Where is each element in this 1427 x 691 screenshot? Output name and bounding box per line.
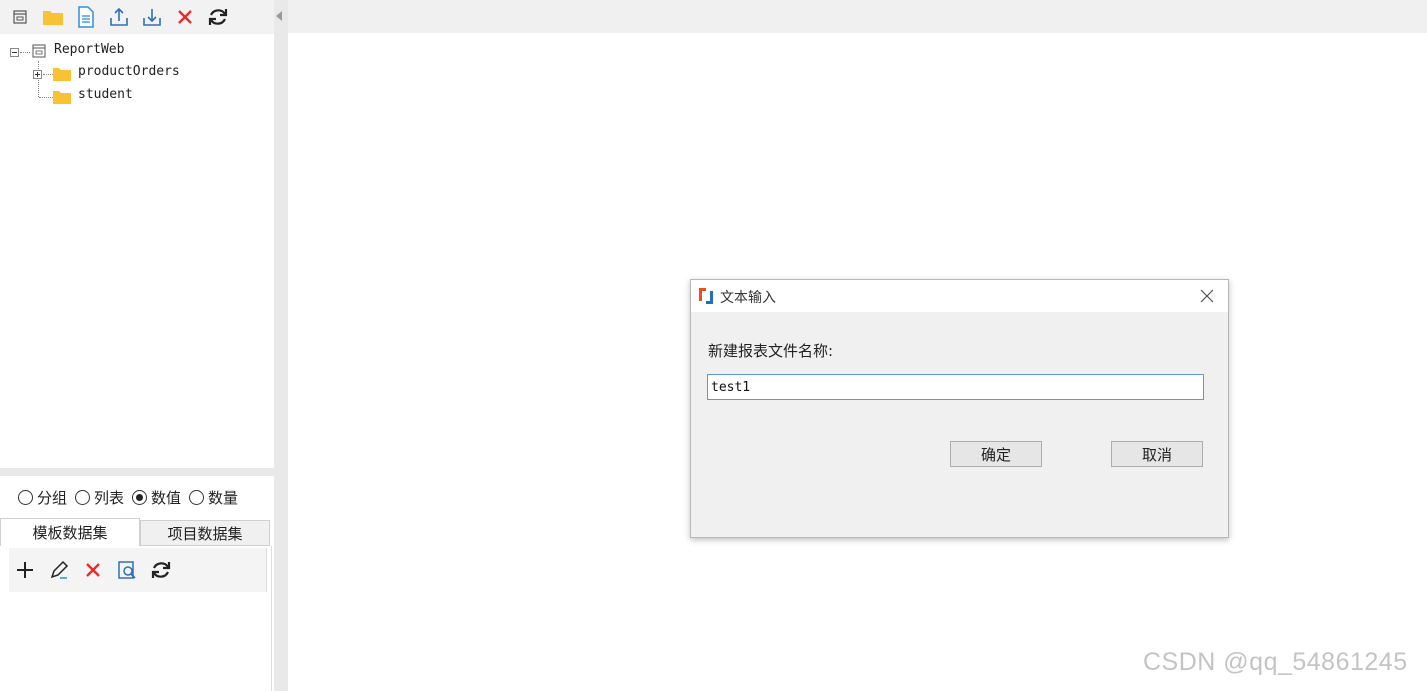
radio-button[interactable] [18, 489, 33, 505]
preview-icon[interactable] [115, 558, 139, 582]
filename-label: 新建报表文件名称: [708, 342, 834, 360]
type-radio-group: 分组 列表 数值 数量 [0, 476, 274, 518]
add-icon[interactable] [13, 558, 37, 582]
app-logo-icon [697, 286, 715, 306]
collapse-icon[interactable] [10, 48, 19, 57]
tab-template-dataset[interactable]: 模板数据集 [0, 518, 140, 546]
refresh-icon[interactable] [206, 5, 230, 29]
radio-label: 分组 [37, 488, 68, 507]
dataset-tabs: 模板数据集 项目数据集 [0, 518, 274, 546]
collapse-strip[interactable] [274, 0, 288, 691]
text-input-dialog: 文本输入 新建报表文件名称: 确定 取消 [690, 279, 1229, 538]
radio-label: 数量 [208, 488, 239, 507]
expand-icon[interactable] [33, 70, 42, 79]
radio-value[interactable]: 数值 [132, 487, 181, 508]
upload-icon[interactable] [107, 5, 131, 29]
watermark: CSDN @qq_54861245 [1143, 648, 1408, 676]
radio-list[interactable]: 列表 [75, 487, 124, 508]
tree-node-label: ReportWeb [54, 42, 125, 57]
cancel-button[interactable]: 取消 [1111, 441, 1203, 467]
report-tree: ReportWeb productOrders student [0, 40, 274, 468]
delete-icon[interactable] [81, 558, 105, 582]
edit-icon[interactable] [47, 558, 71, 582]
folder-icon[interactable] [41, 5, 65, 29]
dialog-title: 文本输入 [720, 290, 776, 306]
window-icon[interactable] [8, 5, 32, 29]
tab-project-dataset[interactable]: 项目数据集 [140, 520, 270, 546]
main-header-bar [288, 0, 1427, 33]
tree-node-label: student [78, 87, 133, 102]
radio-group-by[interactable]: 分组 [18, 487, 67, 508]
radio-label: 列表 [94, 488, 125, 507]
close-icon[interactable] [1199, 288, 1215, 304]
file-toolbar [0, 0, 274, 34]
ok-button[interactable]: 确定 [950, 441, 1042, 467]
folder-icon [53, 67, 71, 81]
dialog-title-bar[interactable]: 文本输入 [691, 280, 1228, 312]
collapse-arrow-icon[interactable] [276, 11, 282, 21]
radio-button-selected[interactable] [132, 489, 148, 505]
filename-input[interactable] [707, 374, 1204, 400]
folder-icon [53, 90, 71, 104]
panel-border [271, 546, 272, 691]
left-panel: ReportWeb productOrders student 分组 列表 数值… [0, 0, 288, 691]
download-icon[interactable] [140, 5, 164, 29]
delete-icon[interactable] [173, 5, 197, 29]
refresh-icon[interactable] [149, 558, 173, 582]
radio-label: 数值 [151, 488, 182, 507]
tree-node-label: productOrders [78, 64, 180, 79]
window-icon [32, 44, 46, 62]
panel-splitter[interactable] [0, 468, 274, 476]
dataset-toolbar [9, 548, 267, 592]
radio-button[interactable] [189, 489, 205, 505]
file-icon[interactable] [74, 5, 98, 29]
radio-count[interactable]: 数量 [189, 487, 238, 508]
radio-button[interactable] [75, 489, 91, 505]
